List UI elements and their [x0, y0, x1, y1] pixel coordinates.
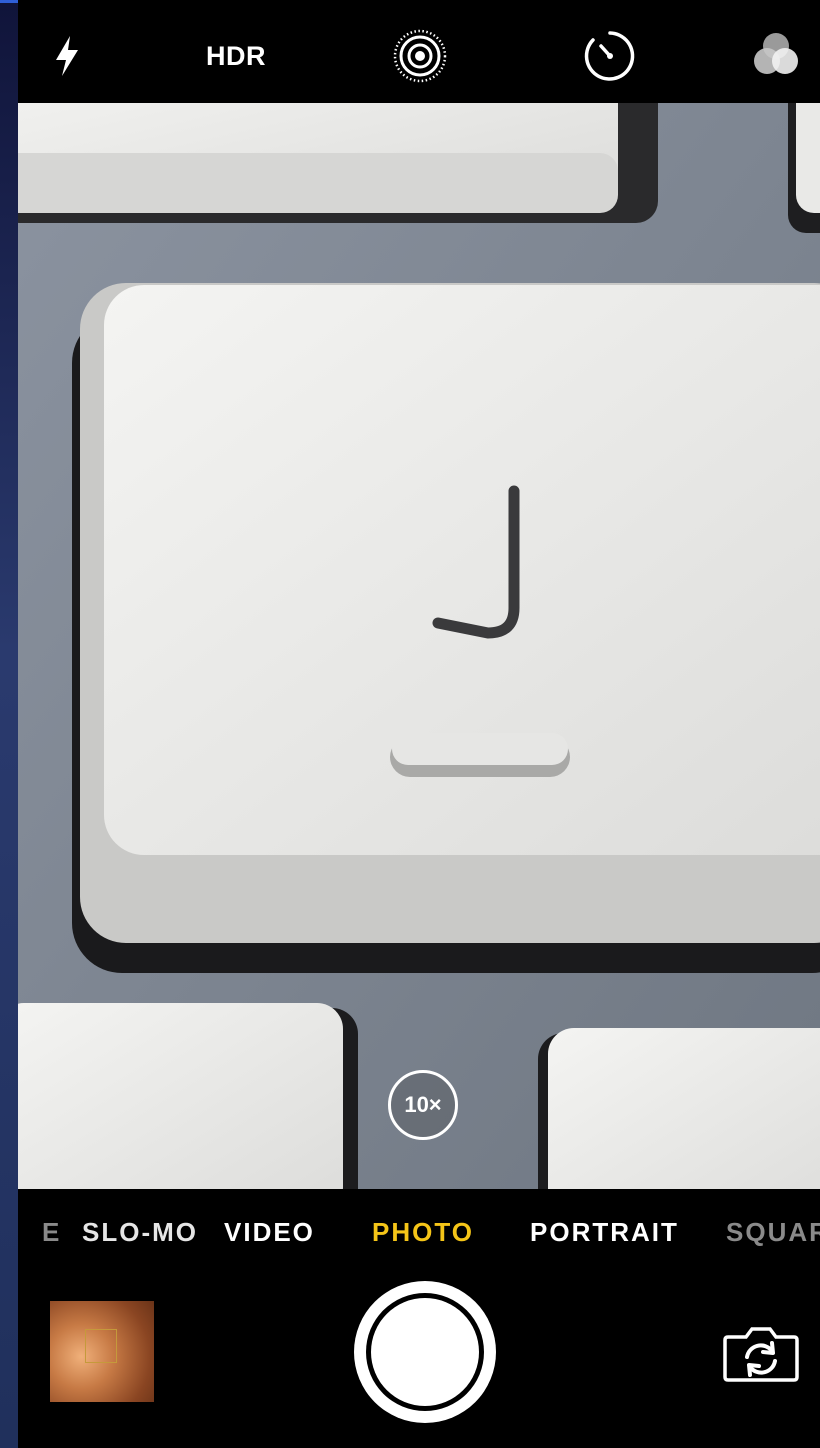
camera-bottom-bar: E SLO-MO VIDEO PHOTO PORTRAIT SQUARE [18, 1189, 820, 1448]
thumbnail-focus-mark [85, 1329, 117, 1363]
zoom-level-button[interactable]: 10× [388, 1070, 458, 1140]
camera-viewfinder[interactable]: 10× [18, 103, 820, 1189]
filters-button[interactable] [746, 28, 806, 84]
mode-portrait[interactable]: PORTRAIT [530, 1217, 679, 1248]
flash-icon [56, 36, 78, 76]
hdr-button[interactable]: HDR [196, 28, 276, 84]
shutter-button[interactable] [354, 1281, 496, 1423]
switch-camera-button[interactable] [722, 1323, 800, 1383]
camera-mode-selector[interactable]: E SLO-MO VIDEO PHOTO PORTRAIT SQUARE [18, 1217, 820, 1253]
camera-app: HDR 10× E SLO-MO VIDEO PHOTO PORTRAIT SQ… [18, 0, 820, 1448]
keyboard-preview-image [18, 103, 820, 1189]
flash-button[interactable] [44, 28, 90, 84]
shutter-center [371, 1298, 479, 1406]
camera-top-bar: HDR [18, 0, 820, 103]
filters-icon [754, 33, 798, 74]
live-photo-button[interactable] [390, 28, 450, 84]
mode-timelapse[interactable]: E [42, 1217, 61, 1248]
last-photo-thumbnail[interactable] [50, 1301, 154, 1402]
mode-slo-mo[interactable]: SLO-MO [82, 1217, 198, 1248]
live-photo-icon [393, 29, 447, 83]
switch-camera-icon [723, 1327, 799, 1382]
timer-icon [584, 31, 635, 81]
mode-photo[interactable]: PHOTO [372, 1217, 474, 1248]
timer-button[interactable] [580, 28, 640, 84]
mode-video[interactable]: VIDEO [224, 1217, 315, 1248]
hdr-label: HDR [206, 40, 266, 71]
mode-square[interactable]: SQUARE [726, 1217, 820, 1248]
